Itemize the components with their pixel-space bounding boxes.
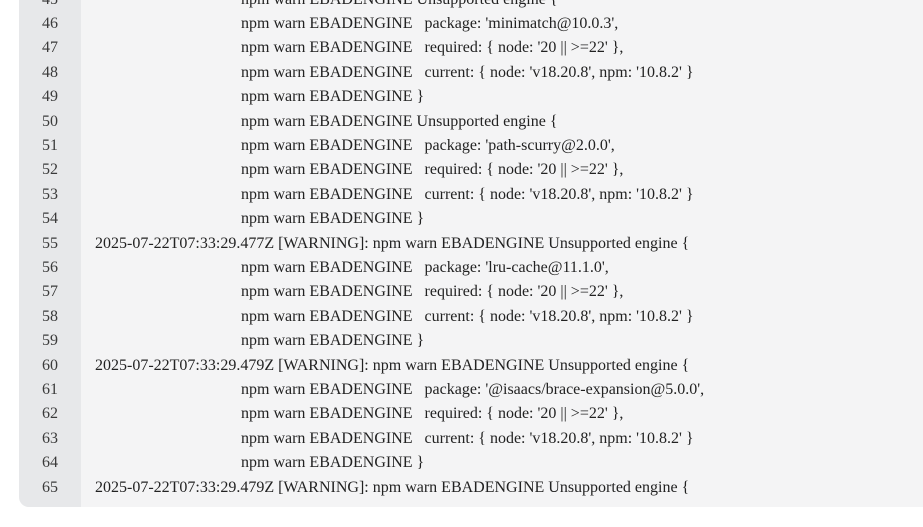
log-line: 57 npm warn EBADENGINE required: { node: … <box>42 280 923 304</box>
line-number: 64 <box>42 454 58 472</box>
log-line: 53 npm warn EBADENGINE current: { node: '… <box>42 183 923 207</box>
line-number: 52 <box>42 161 58 179</box>
log-line: 59 npm warn EBADENGINE } <box>42 329 923 353</box>
log-line: 46 npm warn EBADENGINE package: 'minimatc… <box>42 12 923 36</box>
log-line: 62 npm warn EBADENGINE required: { node: … <box>42 402 923 426</box>
log-line-text: npm warn EBADENGINE package: 'path-scurr… <box>241 137 615 155</box>
line-number: 60 <box>42 356 58 374</box>
log-line: 55 2025-07-22T07:33:29.477Z [WARNING]: np… <box>42 232 923 256</box>
log-line-text: npm warn EBADENGINE package: 'minimatch@… <box>241 15 619 33</box>
line-number: 49 <box>42 88 58 106</box>
log-line-text: npm warn EBADENGINE current: { node: 'v1… <box>241 429 694 447</box>
log-line: 45npm warn EBADENGINE Unsupported engine… <box>42 0 923 12</box>
log-line: 58 npm warn EBADENGINE current: { node: '… <box>42 305 923 329</box>
log-line-text: npm warn EBADENGINE package: '@isaacs/br… <box>241 381 705 399</box>
log-line: 51 npm warn EBADENGINE package: 'path-scu… <box>42 134 923 158</box>
line-number: 45 <box>19 0 81 9</box>
log-line-text: npm warn EBADENGINE } <box>241 88 425 106</box>
log-line: 52 npm warn EBADENGINE required: { node: … <box>42 158 923 182</box>
log-line-text: npm warn EBADENGINE Unsupported engine { <box>241 0 558 9</box>
log-line-text: 2025-07-22T07:33:29.479Z [WARNING]: npm … <box>95 356 690 374</box>
log-line: 61 npm warn EBADENGINE package: '@isaacs/… <box>42 378 923 402</box>
log-line: 65 2025-07-22T07:33:29.479Z [WARNING]: np… <box>42 476 923 500</box>
log-line: 64 npm warn EBADENGINE } <box>42 451 923 475</box>
log-line: 49 npm warn EBADENGINE } <box>42 85 923 109</box>
log-line-text: npm warn EBADENGINE required: { node: '2… <box>241 39 624 57</box>
log-line-text: npm warn EBADENGINE required: { node: '2… <box>241 283 624 301</box>
log-line-text: npm warn EBADENGINE } <box>241 210 425 228</box>
log-line-text: npm warn EBADENGINE Unsupported engine { <box>241 112 558 130</box>
line-number: 51 <box>42 137 58 155</box>
line-number: 59 <box>42 332 58 350</box>
log-line-text: npm warn EBADENGINE current: { node: 'v1… <box>241 307 694 325</box>
log-line-text: npm warn EBADENGINE package: 'lru-cache@… <box>241 259 609 277</box>
line-number: 56 <box>42 259 58 277</box>
line-number: 54 <box>42 210 58 228</box>
log-line-text: npm warn EBADENGINE current: { node: 'v1… <box>241 63 694 81</box>
log-line-text: npm warn EBADENGINE } <box>241 454 425 472</box>
line-number: 58 <box>42 307 58 325</box>
line-number: 65 <box>42 478 58 496</box>
line-number: 53 <box>42 185 58 203</box>
log-line: 50 npm warn EBADENGINE Unsupported engine… <box>42 110 923 134</box>
log-line: 60 2025-07-22T07:33:29.479Z [WARNING]: np… <box>42 354 923 378</box>
log-line: 56 npm warn EBADENGINE package: 'lru-cach… <box>42 256 923 280</box>
line-number: 46 <box>42 15 58 33</box>
line-number: 62 <box>42 405 58 423</box>
log-line: 48 npm warn EBADENGINE current: { node: '… <box>42 61 923 85</box>
build-log-viewer[interactable]: 45 npm warn EBADENGINE Unsupported engine… <box>19 0 923 507</box>
log-line-text: 2025-07-22T07:33:29.479Z [WARNING]: npm … <box>95 478 690 496</box>
log-content: 45npm warn EBADENGINE Unsupported engine… <box>42 0 923 507</box>
line-number: 57 <box>42 283 58 301</box>
line-number: 63 <box>42 429 58 447</box>
line-number: 61 <box>42 381 58 399</box>
log-line-text: 2025-07-22T07:33:29.477Z [WARNING]: npm … <box>95 234 690 252</box>
log-line-text: npm warn EBADENGINE required: { node: '2… <box>241 405 624 423</box>
log-line-text: npm warn EBADENGINE current: { node: 'v1… <box>241 185 694 203</box>
log-line-text: npm warn EBADENGINE } <box>241 332 425 350</box>
line-number: 55 <box>42 234 58 252</box>
log-line: 63 npm warn EBADENGINE current: { node: '… <box>42 427 923 451</box>
log-line: 47 npm warn EBADENGINE required: { node: … <box>42 36 923 60</box>
line-number: 47 <box>42 39 58 57</box>
line-number: 50 <box>42 112 58 130</box>
line-number: 48 <box>42 63 58 81</box>
log-line: 54 npm warn EBADENGINE } <box>42 207 923 231</box>
log-line-text: npm warn EBADENGINE required: { node: '2… <box>241 161 624 179</box>
